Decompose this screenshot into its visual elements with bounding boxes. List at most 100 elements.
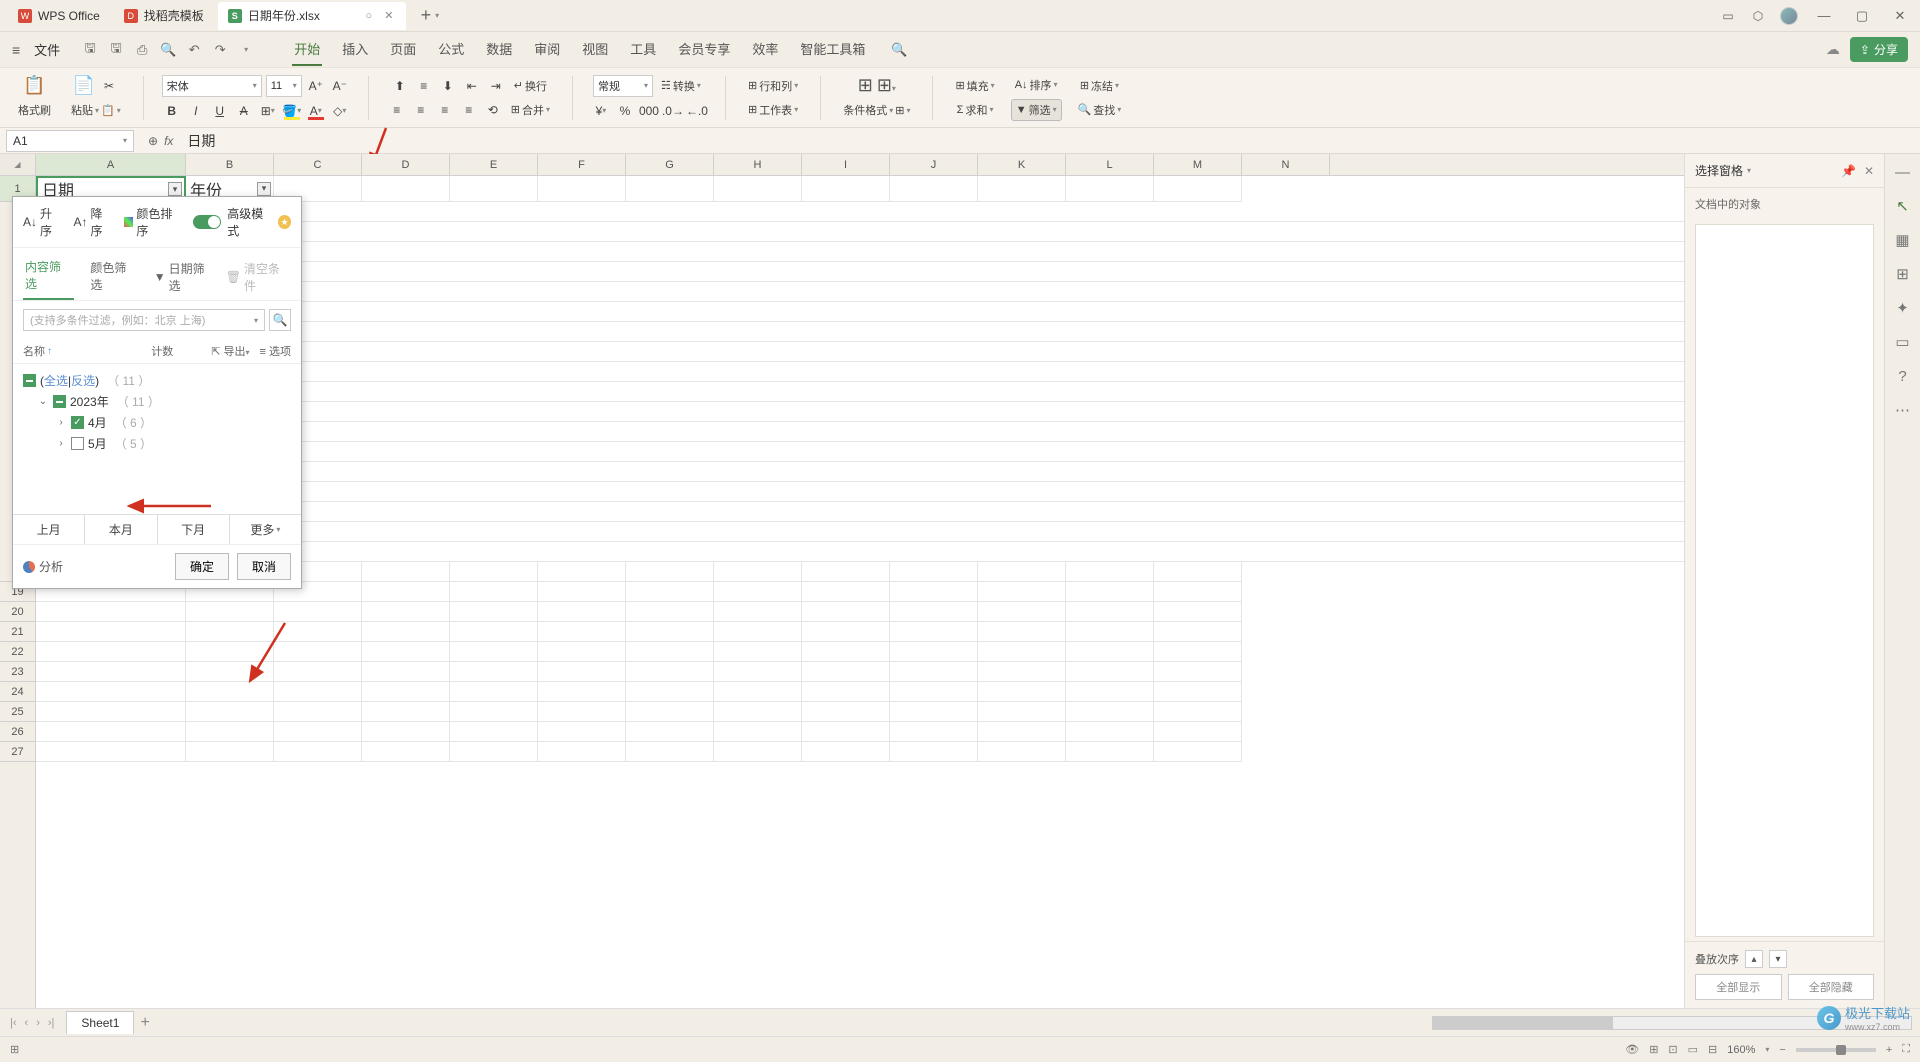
cell[interactable] xyxy=(1154,662,1242,682)
fullscreen-icon[interactable]: ⛶ xyxy=(1902,1043,1910,1056)
row-header[interactable]: 27 xyxy=(0,742,35,762)
menu-tab-insert[interactable]: 插入 xyxy=(340,33,370,66)
row-header[interactable]: 23 xyxy=(0,662,35,682)
panel-pin-icon[interactable]: 📌 xyxy=(1841,164,1856,178)
print-icon[interactable]: ⎙ xyxy=(134,42,150,58)
filter-dropdown-B1[interactable]: ▾ xyxy=(257,182,271,196)
col-header-N[interactable]: N xyxy=(1242,154,1330,175)
cell[interactable] xyxy=(362,662,450,682)
cell[interactable] xyxy=(802,562,890,582)
cell[interactable] xyxy=(186,642,274,662)
cell[interactable] xyxy=(714,742,802,762)
cell[interactable] xyxy=(978,602,1066,622)
cell[interactable] xyxy=(890,642,978,662)
cell[interactable] xyxy=(978,562,1066,582)
wrap-button[interactable]: ↵ 换行 xyxy=(510,76,551,96)
expand-month5[interactable]: › xyxy=(55,438,67,449)
tab-close-icon[interactable]: ✕ xyxy=(382,9,396,23)
menu-tab-start[interactable]: 开始 xyxy=(292,33,322,66)
zoom-slider[interactable] xyxy=(1796,1048,1876,1052)
cell[interactable] xyxy=(1154,176,1242,202)
cell[interactable] xyxy=(802,702,890,722)
file-menu[interactable]: 文件 xyxy=(28,36,66,63)
font-color-button[interactable]: A▾ xyxy=(306,101,326,121)
cell[interactable] xyxy=(36,742,186,762)
cell[interactable] xyxy=(186,742,274,762)
menu-tab-formula[interactable]: 公式 xyxy=(436,33,466,66)
freeze-button[interactable]: ⊞ 冻结▾ xyxy=(1076,76,1123,96)
merge-button[interactable]: ⊞ 合并▾ xyxy=(507,100,554,120)
cell[interactable] xyxy=(538,622,626,642)
rowcol-button[interactable]: ⊞ 行和列▾ xyxy=(744,76,802,96)
cut-icon[interactable]: ✂ xyxy=(99,76,119,96)
col-header-L[interactable]: L xyxy=(1066,154,1154,175)
cell[interactable] xyxy=(450,582,538,602)
cell[interactable] xyxy=(1066,682,1154,702)
align-justify-icon[interactable]: ≡ xyxy=(459,100,479,120)
cell[interactable] xyxy=(186,662,274,682)
h-name[interactable]: 名称 xyxy=(23,343,45,359)
side-data-icon[interactable]: ⊞ xyxy=(1893,264,1913,284)
cell[interactable] xyxy=(626,662,714,682)
side-help-icon[interactable]: ? xyxy=(1893,366,1913,386)
cell[interactable] xyxy=(714,702,802,722)
paste-button[interactable]: 粘贴▾ 📋▾ xyxy=(67,100,125,120)
sort-desc-button[interactable]: A↑ 降序 xyxy=(74,205,113,239)
convert-button[interactable]: ☵ 转换▾ xyxy=(657,76,705,96)
align-left-icon[interactable]: ≡ xyxy=(387,100,407,120)
reader-icon[interactable]: ▭ xyxy=(1720,8,1736,24)
horizontal-scrollbar[interactable] xyxy=(1432,1016,1912,1030)
share-button[interactable]: ⇪ 分享 xyxy=(1850,37,1908,62)
row-header[interactable]: 22 xyxy=(0,642,35,662)
row-header[interactable]: 26 xyxy=(0,722,35,742)
cell[interactable] xyxy=(978,582,1066,602)
cell[interactable] xyxy=(626,602,714,622)
show-all-button[interactable]: 全部显示 xyxy=(1695,974,1782,1000)
number-format-select[interactable]: 常规▾ xyxy=(593,75,653,97)
cell[interactable] xyxy=(978,176,1066,202)
col-header-C[interactable]: C xyxy=(274,154,362,175)
menu-tab-smart[interactable]: 智能工具箱 xyxy=(798,33,867,66)
cell[interactable] xyxy=(274,602,362,622)
tab-add-button[interactable]: + ▾ xyxy=(418,4,442,28)
cell[interactable] xyxy=(362,722,450,742)
cell[interactable] xyxy=(538,742,626,762)
cell[interactable] xyxy=(626,176,714,202)
cell[interactable] xyxy=(1154,702,1242,722)
select-all-link[interactable]: 全选 xyxy=(44,374,68,388)
cell[interactable] xyxy=(802,742,890,762)
align-bottom-icon[interactable]: ⬇ xyxy=(438,76,458,96)
sort-button[interactable]: A↓ 排序▾ xyxy=(1011,75,1062,95)
cell[interactable] xyxy=(186,702,274,722)
hamburger-icon[interactable]: ≡ xyxy=(12,42,20,58)
cell[interactable] xyxy=(450,742,538,762)
find-button[interactable]: 🔍 查找▾ xyxy=(1074,100,1126,120)
cell[interactable] xyxy=(1154,682,1242,702)
status-icon[interactable]: ⊞ xyxy=(10,1043,19,1056)
cell[interactable] xyxy=(362,642,450,662)
cell[interactable] xyxy=(362,582,450,602)
order-down-button[interactable]: ▾ xyxy=(1769,950,1787,968)
cell[interactable] xyxy=(274,702,362,722)
save-as-icon[interactable]: 🖫 xyxy=(108,42,124,58)
fill-color-button[interactable]: 🪣▾ xyxy=(282,101,302,121)
view-layout-icon[interactable]: ⊟ xyxy=(1708,1043,1717,1056)
cell[interactable] xyxy=(1066,702,1154,722)
worksheet-button[interactable]: ⊞ 工作表▾ xyxy=(744,100,802,120)
side-collapse-icon[interactable]: — xyxy=(1893,162,1913,182)
indent-dec-icon[interactable]: ⇤ xyxy=(462,76,482,96)
cell[interactable] xyxy=(1066,562,1154,582)
tab-templates[interactable]: D 找稻壳模板 xyxy=(114,2,214,30)
cell[interactable] xyxy=(36,662,186,682)
cell[interactable] xyxy=(362,602,450,622)
nav-last-icon[interactable]: ›| xyxy=(46,1017,57,1029)
month5-label[interactable]: 5月 xyxy=(88,435,107,452)
package-icon[interactable]: ⬡ xyxy=(1750,8,1766,24)
cell[interactable] xyxy=(890,622,978,642)
bold-button[interactable]: B xyxy=(162,101,182,121)
view-normal-icon[interactable]: ⊡ xyxy=(1668,1043,1677,1056)
underline-button[interactable]: U xyxy=(210,101,230,121)
dec-inc-icon[interactable]: .0→ xyxy=(663,101,683,121)
cell[interactable] xyxy=(1154,722,1242,742)
side-select-icon[interactable]: ↖ xyxy=(1893,196,1913,216)
